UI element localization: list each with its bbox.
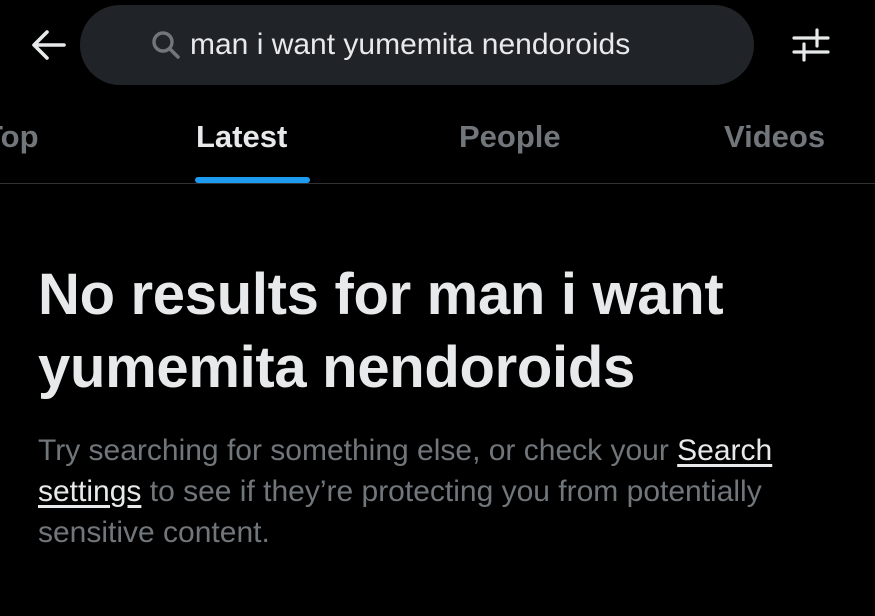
tab-label: Videos (724, 119, 826, 154)
tab-latest[interactable]: Latest (196, 92, 312, 183)
empty-state-desc-suffix: to see if they’re protecting you from po… (38, 475, 762, 549)
search-query[interactable]: man i want yumemita nendoroids (190, 5, 630, 85)
back-button[interactable] (22, 22, 74, 68)
empty-state-description: Try searching for something else, or che… (38, 430, 798, 553)
tab-people[interactable]: People (459, 92, 579, 183)
sliders-icon (792, 28, 830, 62)
tab-label: People (459, 119, 561, 154)
tab-top[interactable]: Top (0, 92, 54, 183)
search-icon (152, 31, 180, 59)
active-tab-indicator (195, 177, 310, 183)
empty-state-title: No results for man i want yumemita nendo… (38, 262, 724, 400)
empty-state-desc-prefix: Try searching for something else, or che… (38, 434, 669, 467)
tab-label: Top (0, 119, 39, 154)
arrow-left-icon (32, 30, 66, 60)
search-tabs: Top Latest People Videos (0, 92, 875, 184)
tab-videos[interactable]: Videos (724, 92, 844, 183)
search-header: man i want yumemita nendoroids (0, 0, 875, 92)
search-filter-button[interactable] (784, 22, 838, 68)
tab-label: Latest (196, 119, 288, 154)
search-input[interactable]: man i want yumemita nendoroids (80, 5, 754, 85)
empty-state: No results for man i want yumemita nendo… (38, 258, 838, 553)
